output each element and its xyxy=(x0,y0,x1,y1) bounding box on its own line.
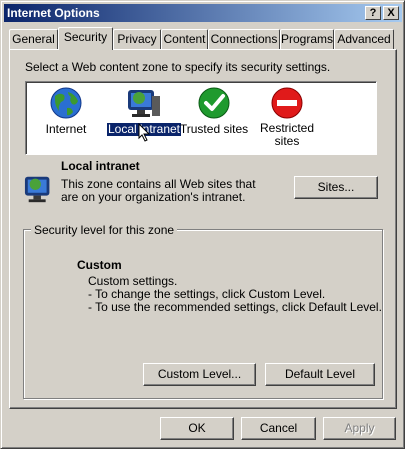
zone-restricted-sites[interactable]: Restricted sites xyxy=(249,82,325,148)
title-bar[interactable]: Internet Options ? X xyxy=(4,4,402,22)
tab-advanced[interactable]: Advanced xyxy=(334,29,394,49)
tab-programs[interactable]: Programs xyxy=(280,29,334,49)
zone-instruction: Select a Web content zone to specify its… xyxy=(25,60,331,74)
security-level-name: Custom xyxy=(77,258,122,272)
tab-privacy[interactable]: Privacy xyxy=(113,29,161,49)
zone-trusted-sites[interactable]: Trusted sites xyxy=(176,82,252,136)
globe-icon xyxy=(50,87,82,119)
custom-level-button[interactable]: Custom Level... xyxy=(143,363,256,386)
apply-button[interactable]: Apply xyxy=(323,417,396,440)
intranet-icon xyxy=(128,90,160,117)
zone-internet[interactable]: Internet xyxy=(28,82,104,136)
tab-security[interactable]: Security xyxy=(58,27,113,50)
selected-zone-desc-line2: are on your organization's intranet. xyxy=(61,190,246,204)
internet-options-window: Internet Options ? X General Security Pr… xyxy=(0,0,405,449)
window-title: Internet Options xyxy=(7,6,100,20)
restricted-icon xyxy=(271,87,303,119)
security-level-group-title: Security level for this zone xyxy=(31,223,178,237)
cancel-button[interactable]: Cancel xyxy=(241,417,316,440)
tab-general[interactable]: General xyxy=(9,29,58,49)
help-button[interactable]: ? xyxy=(365,6,381,20)
tab-content[interactable]: Content xyxy=(161,29,208,49)
sites-button[interactable]: Sites... xyxy=(294,176,378,199)
selected-zone-title: Local intranet xyxy=(61,159,140,173)
zone-restricted-sites-label: Restricted sites xyxy=(259,121,315,148)
default-level-button[interactable]: Default Level xyxy=(265,363,375,386)
close-button[interactable]: X xyxy=(383,6,399,20)
mouse-cursor-icon xyxy=(138,123,151,142)
zone-trusted-sites-label: Trusted sites xyxy=(179,122,249,136)
tab-connections[interactable]: Connections xyxy=(208,29,280,49)
ok-button[interactable]: OK xyxy=(160,417,234,440)
security-level-line3: - To use the recommended settings, click… xyxy=(88,300,382,314)
checkmark-icon xyxy=(198,87,230,119)
local-intranet-icon xyxy=(24,176,50,203)
zone-internet-label: Internet xyxy=(45,122,87,136)
zone-list: Internet Local intranet Trusted sites Re… xyxy=(25,81,377,155)
